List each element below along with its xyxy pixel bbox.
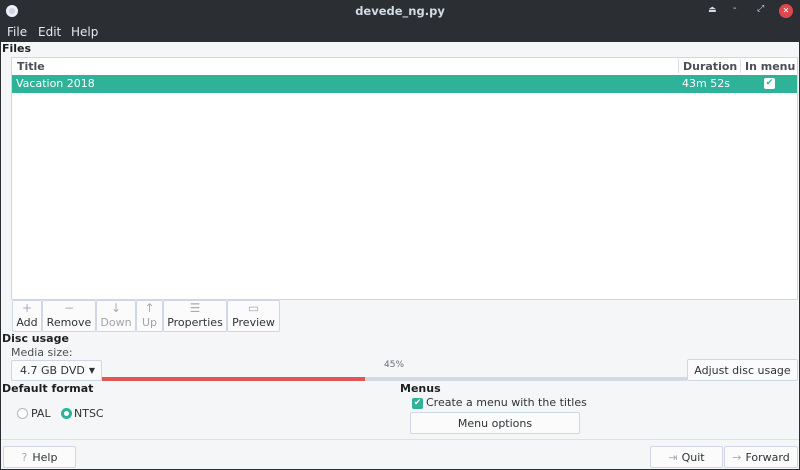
window-title: devede_ng.py (355, 4, 445, 18)
minus-icon: − (63, 301, 75, 315)
add-button[interactable]: + Add (12, 300, 42, 332)
plus-icon: + (21, 301, 33, 315)
remove-button[interactable]: − Remove (42, 300, 96, 332)
keep-above-icon[interactable]: ⏏ (708, 5, 717, 15)
minimize-icon[interactable]: - (733, 3, 737, 14)
usage-percent-text: 45% (384, 360, 405, 370)
pal-radio[interactable] (17, 408, 28, 419)
up-button[interactable]: ↑ Up (136, 300, 163, 332)
disc-usage-bar (102, 377, 687, 381)
disc-usage-label: Disc usage (2, 332, 69, 345)
media-size-label: Media size: (11, 346, 73, 359)
files-label: Files (2, 42, 32, 55)
separator (1, 439, 799, 440)
table-row[interactable]: Vacation 2018 43m 52s ✔ (12, 75, 797, 93)
menu-options-button[interactable]: Menu options (410, 412, 580, 434)
preview-button[interactable]: ▭ Preview (227, 300, 280, 332)
menu-bar: File Edit Help (0, 22, 800, 42)
ntsc-label[interactable]: NTSC (74, 407, 104, 420)
list-icon: ☰ (189, 301, 201, 315)
exit-icon: ⇥ (668, 450, 678, 464)
arrow-right-icon: → (732, 450, 742, 464)
chevron-down-icon: ▼ (88, 366, 95, 375)
create-menu-checkbox[interactable]: ✔ (412, 398, 423, 409)
quit-button[interactable]: ⇥ Quit (650, 446, 723, 468)
default-format-label: Default format (2, 382, 94, 395)
main-panel: Files Title Duration In menu Vacation 20… (1, 42, 799, 469)
adjust-disc-usage-button[interactable]: Adjust disc usage (687, 359, 798, 381)
column-divider (678, 59, 679, 73)
disc-usage-fill (102, 377, 366, 381)
maximize-icon[interactable]: ⤢ (757, 4, 764, 14)
column-title[interactable]: Title (17, 60, 45, 73)
ntsc-radio[interactable] (61, 408, 72, 419)
down-button[interactable]: ↓ Down (96, 300, 136, 332)
question-icon: ? (21, 450, 28, 464)
row-duration: 43m 52s (682, 77, 730, 90)
arrow-down-icon: ↓ (110, 301, 122, 315)
menu-help[interactable]: Help (71, 25, 98, 39)
pal-label[interactable]: PAL (31, 407, 51, 420)
forward-button[interactable]: → Forward (724, 446, 798, 468)
column-duration[interactable]: Duration (683, 60, 737, 73)
title-bar: devede_ng.py ⏏ - ⤢ ✕ (0, 0, 800, 22)
menu-edit[interactable]: Edit (38, 25, 61, 39)
column-divider (740, 59, 741, 73)
help-button[interactable]: ? Help (3, 446, 76, 468)
row-title: Vacation 2018 (16, 77, 95, 90)
arrow-up-icon: ↑ (144, 301, 155, 315)
files-table[interactable]: Title Duration In menu Vacation 2018 43m… (11, 57, 798, 300)
menu-file[interactable]: File (7, 25, 27, 39)
properties-button[interactable]: ☰ Properties (163, 300, 227, 332)
column-in-menu[interactable]: In menu (745, 60, 795, 73)
media-size-dropdown[interactable]: 4.7 GB DVD ▼ (11, 360, 102, 381)
monitor-icon: ▭ (247, 301, 260, 315)
menus-label: Menus (400, 382, 441, 395)
in-menu-checkbox[interactable]: ✔ (764, 78, 775, 89)
close-icon[interactable]: ✕ (779, 4, 793, 18)
create-menu-label[interactable]: Create a menu with the titles (426, 396, 587, 409)
